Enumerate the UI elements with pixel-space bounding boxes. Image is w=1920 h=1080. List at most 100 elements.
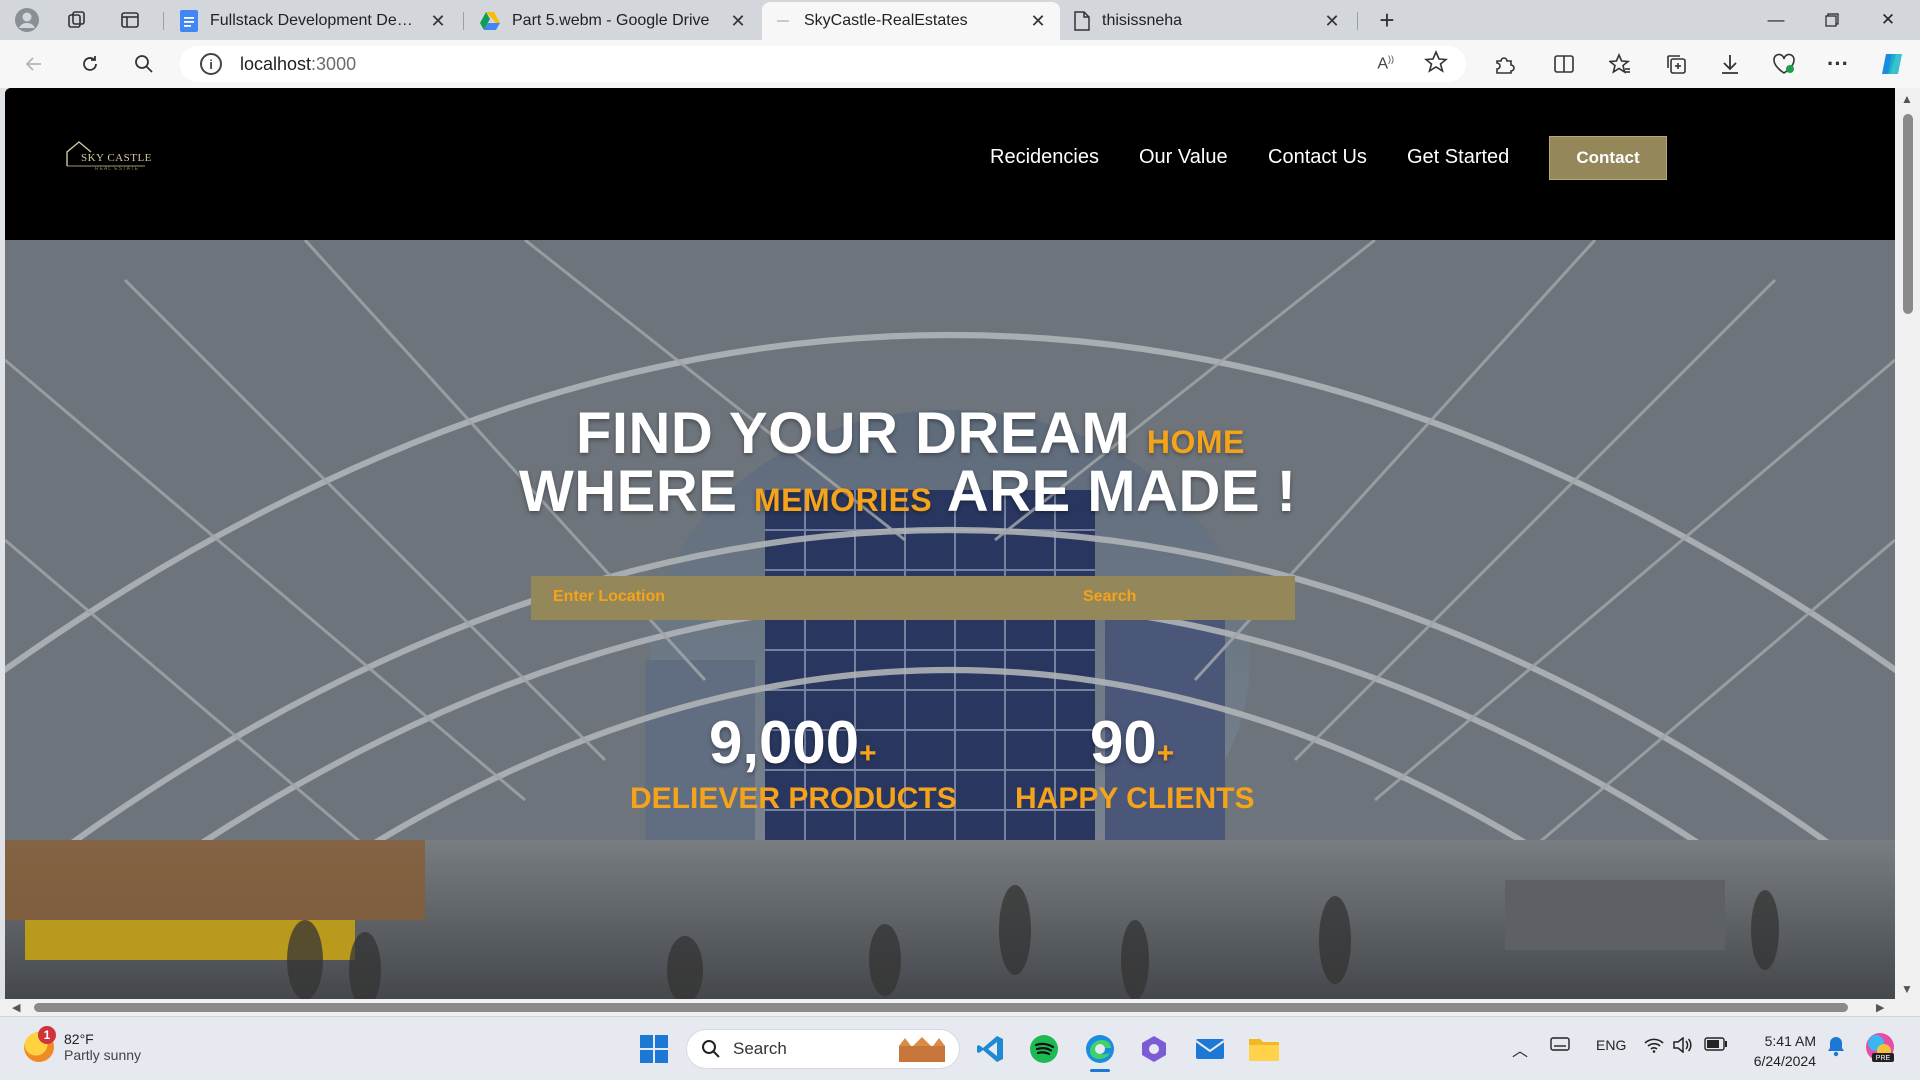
close-icon[interactable]: ✕ [728, 11, 748, 32]
logo-tagline: REAL ESTATE [95, 166, 139, 172]
read-aloud-icon[interactable]: A)) [1377, 54, 1394, 73]
nav-get-started[interactable]: Get Started [1407, 146, 1509, 169]
restore-button[interactable] [1804, 0, 1860, 40]
edge-icon[interactable] [1082, 1031, 1118, 1072]
search-button[interactable]: Search [1083, 588, 1136, 606]
page-viewport: SKY CASTLE REAL ESTATE Recidencies Our V… [5, 88, 1895, 999]
weather-widget[interactable]: 1 82°F Partly sunny [24, 1026, 142, 1063]
location-input[interactable]: Enter Location [553, 588, 665, 606]
weather-condition: Partly sunny [64, 1047, 142, 1063]
new-tab-button[interactable]: + [1372, 5, 1402, 35]
hero-section: FIND YOUR DREAM HOME WHERE MEMORIES ARE … [5, 240, 1895, 999]
tab-title: SkyCastle-RealEstates [804, 12, 968, 29]
close-icon[interactable]: ✕ [428, 11, 448, 32]
clock-date: 6/24/2024 [1753, 1053, 1816, 1069]
location-search-bar: Enter Location Search [531, 576, 1295, 620]
split-screen-icon[interactable] [1548, 48, 1580, 80]
hero-title-line2: WHERE MEMORIES ARE MADE ! [519, 458, 1297, 525]
profile-icon[interactable] [12, 6, 42, 34]
active-app-indicator [1090, 1069, 1110, 1072]
hero-title-text: WHERE [519, 459, 738, 524]
tab-title: Part 5.webm - Google Drive [512, 12, 710, 29]
favorite-star-icon[interactable] [1423, 49, 1449, 79]
nav-contact-us[interactable]: Contact Us [1268, 146, 1367, 169]
copilot-app-icon[interactable] [1136, 1031, 1172, 1067]
horizontal-scrollbar[interactable]: ◀ ▶ [0, 999, 1920, 1016]
more-options-icon[interactable]: ··· [1822, 48, 1854, 80]
tab-thisissneha[interactable]: thisissneha ✕ [1062, 2, 1354, 40]
hero-accent-memories: MEMORIES [754, 482, 933, 518]
tab-fullstack-development[interactable]: Fullstack Development Desi QnA ✕ [168, 2, 460, 40]
vscode-icon[interactable] [972, 1031, 1008, 1067]
file-explorer-icon[interactable] [1246, 1031, 1282, 1067]
browser-tab-strip: Fullstack Development Desi QnA ✕ Part 5.… [0, 0, 1920, 40]
language-indicator[interactable]: ENG [1596, 1037, 1626, 1053]
mail-icon[interactable] [1192, 1031, 1228, 1067]
tab-actions-icon[interactable] [115, 6, 145, 34]
tab-skycastle[interactable]: SkyCastle-RealEstates ✕ [762, 2, 1060, 40]
battery-icon[interactable] [1704, 1037, 1728, 1054]
tab-part5-drive[interactable]: Part 5.webm - Google Drive ✕ [468, 2, 760, 40]
workspaces-icon[interactable] [62, 6, 92, 34]
scrollbar-thumb[interactable] [34, 1003, 1848, 1012]
hero-title-text: FIND YOUR DREAM [576, 401, 1131, 466]
google-drive-icon [480, 12, 500, 30]
contact-button[interactable]: Contact [1549, 136, 1667, 180]
vertical-scrollbar[interactable]: ▲ ▼ [1895, 88, 1920, 999]
browser-toolbar: i localhost:3000 A)) ··· [0, 40, 1920, 88]
copilot-icon[interactable] [1876, 48, 1908, 80]
minimize-button[interactable]: — [1748, 0, 1804, 40]
windows-taskbar: 1 82°F Partly sunny Search ︿ ENG 5:41 AM… [0, 1016, 1920, 1080]
collections-icon[interactable] [1660, 48, 1692, 80]
downloads-icon[interactable] [1714, 48, 1746, 80]
site-info-icon[interactable]: i [200, 53, 222, 75]
browser-essentials-icon[interactable] [1768, 48, 1800, 80]
extensions-icon[interactable] [1488, 48, 1520, 80]
stat-clients-value: 90+ [1090, 709, 1175, 776]
notification-badge: 1 [38, 1026, 56, 1044]
close-icon[interactable]: ✕ [1028, 11, 1048, 32]
scrollbar-thumb[interactable] [1903, 114, 1913, 314]
scroll-right-icon[interactable]: ▶ [1876, 1001, 1884, 1014]
tab-title: thisissneha [1102, 12, 1183, 29]
back-button[interactable] [18, 48, 50, 80]
document-icon [1074, 11, 1090, 31]
search-icon[interactable] [128, 48, 160, 80]
taskbar-search-label: Search [733, 1039, 787, 1058]
system-clock[interactable]: 5:41 AM 6/24/2024 [1744, 1031, 1816, 1071]
wifi-icon[interactable] [1644, 1037, 1664, 1056]
scroll-left-icon[interactable]: ◀ [12, 1001, 20, 1014]
volume-icon[interactable] [1672, 1036, 1692, 1056]
search-icon [702, 1040, 720, 1058]
nav-our-value[interactable]: Our Value [1139, 146, 1228, 169]
stat-clients-label: HAPPY CLIENTS [1015, 782, 1255, 815]
google-docs-icon [180, 10, 198, 32]
logo[interactable]: SKY CASTLE REAL ESTATE [65, 138, 155, 178]
show-hidden-icons[interactable]: ︿ [1512, 1037, 1528, 1061]
taskbar-search[interactable]: Search [686, 1029, 960, 1069]
notifications-bell-icon[interactable] [1826, 1035, 1846, 1060]
search-highlight-icon [899, 1037, 945, 1062]
hero-accent-home: HOME [1146, 424, 1245, 460]
keyboard-icon[interactable] [1550, 1037, 1570, 1054]
close-window-button[interactable]: ✕ [1860, 0, 1916, 40]
hero-title-line1: FIND YOUR DREAM HOME [576, 400, 1245, 467]
close-icon[interactable]: ✕ [1322, 11, 1342, 32]
nav-recidencies[interactable]: Recidencies [990, 146, 1099, 169]
scroll-up-icon[interactable]: ▲ [1901, 92, 1913, 106]
refresh-button[interactable] [74, 48, 106, 80]
spotify-icon[interactable] [1026, 1031, 1062, 1067]
stat-products-value: 9,000+ [709, 709, 877, 776]
favorites-icon[interactable] [1604, 48, 1636, 80]
clock-time: 5:41 AM [1764, 1033, 1816, 1049]
logo-name: SKY CASTLE [81, 152, 152, 164]
address-url[interactable]: localhost:3000 [240, 54, 356, 75]
windows-start-icon[interactable] [636, 1031, 672, 1067]
address-bar[interactable]: i localhost:3000 A)) [180, 46, 1466, 82]
weather-sun-icon: 1 [24, 1026, 56, 1062]
scroll-down-icon[interactable]: ▼ [1901, 982, 1913, 996]
copilot-preview-icon[interactable]: PRE [1864, 1031, 1896, 1066]
page-loading-icon [777, 20, 789, 22]
hero-title-text: ARE MADE ! [946, 459, 1297, 524]
site-header: SKY CASTLE REAL ESTATE Recidencies Our V… [5, 88, 1895, 240]
